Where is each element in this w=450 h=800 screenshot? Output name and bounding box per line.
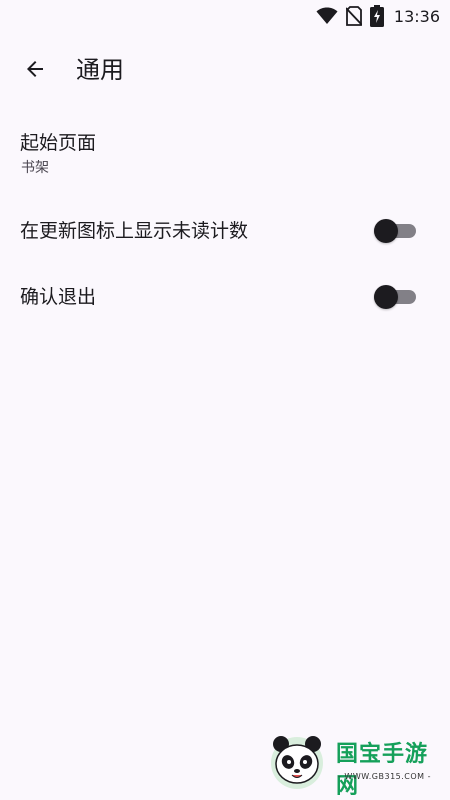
pref-start-page[interactable]: 起始页面 书架 xyxy=(0,118,450,190)
watermark-text: 国宝手游网 xyxy=(336,742,429,799)
status-time: 13:36 xyxy=(393,6,440,26)
switch-thumb xyxy=(374,219,398,243)
arrow-back-icon xyxy=(23,57,47,85)
app-bar: 通用 xyxy=(0,40,450,102)
pref-unread-count[interactable]: 在更新图标上显示未读计数 xyxy=(0,198,450,264)
unread-count-switch[interactable] xyxy=(374,219,416,243)
watermark-url: - WWW.GB315.COM - xyxy=(338,772,431,781)
pref-confirm-exit-title: 确认退出 xyxy=(20,286,97,308)
pref-unread-count-title: 在更新图标上显示未读计数 xyxy=(20,220,249,242)
status-bar: 13:36 xyxy=(0,0,450,32)
pref-start-page-summary: 书架 xyxy=(21,160,49,176)
panda-logo-icon xyxy=(266,732,328,790)
wifi-icon xyxy=(316,7,338,25)
no-sim-icon xyxy=(345,6,362,26)
confirm-exit-switch[interactable] xyxy=(374,285,416,309)
switch-thumb xyxy=(374,285,398,309)
back-button[interactable] xyxy=(14,50,56,92)
battery-charging-icon xyxy=(369,5,384,27)
watermark: 国宝手游网 - WWW.GB315.COM - xyxy=(258,728,444,799)
pref-start-page-title: 起始页面 xyxy=(20,132,97,154)
page-title: 通用 xyxy=(76,56,124,84)
pref-confirm-exit[interactable]: 确认退出 xyxy=(0,264,450,330)
status-icons: 13:36 xyxy=(316,4,440,28)
